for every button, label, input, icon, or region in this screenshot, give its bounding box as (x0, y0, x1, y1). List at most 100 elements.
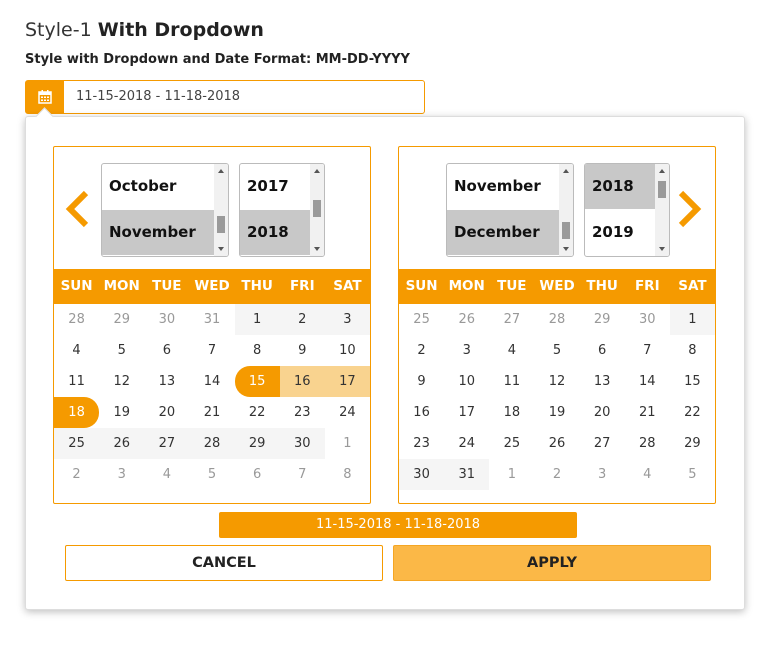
day-cell[interactable]: 3 (324, 304, 370, 335)
day-cell[interactable]: 28 (625, 428, 670, 459)
day-cell[interactable]: 24 (444, 428, 489, 459)
day-cell[interactable]: 14 (625, 366, 670, 397)
day-cell-range-end[interactable]: 18 (54, 397, 100, 428)
day-cell[interactable]: 24 (325, 397, 370, 428)
day-cell[interactable]: 8 (670, 335, 715, 366)
year-select-left[interactable]: 2017 2018 (239, 163, 325, 257)
day-cell[interactable]: 8 (235, 335, 280, 366)
day-cell[interactable]: 5 (99, 335, 144, 366)
day-cell[interactable]: 1 (669, 304, 715, 335)
day-cell[interactable]: 13 (144, 366, 189, 397)
day-cell[interactable]: 30 (625, 304, 670, 335)
cancel-button[interactable]: CANCEL (65, 545, 383, 581)
day-cell[interactable]: 12 (99, 366, 144, 397)
day-cell[interactable]: 1 (325, 428, 370, 459)
day-cell[interactable]: 26 (444, 304, 489, 335)
month-option-selected[interactable]: November (102, 210, 214, 255)
day-cell[interactable]: 2 (534, 459, 579, 490)
day-cell[interactable]: 6 (235, 459, 280, 490)
day-cell[interactable]: 25 (489, 428, 534, 459)
day-cell[interactable]: 21 (189, 397, 234, 428)
day-cell[interactable]: 4 (54, 335, 99, 366)
year-option[interactable]: 2019 (585, 210, 655, 255)
day-cell[interactable]: 27 (144, 428, 190, 459)
day-cell[interactable]: 28 (189, 428, 235, 459)
day-cell[interactable]: 29 (99, 304, 144, 335)
day-cell[interactable]: 19 (534, 397, 579, 428)
day-cell[interactable]: 23 (399, 428, 444, 459)
day-cell[interactable]: 17 (444, 397, 489, 428)
month-option-selected[interactable]: December (447, 210, 559, 255)
date-range-input[interactable]: 11-15-2018 - 11-18-2018 (25, 80, 425, 114)
day-cell[interactable]: 1 (234, 304, 280, 335)
day-cell[interactable]: 7 (189, 335, 234, 366)
day-cell[interactable]: 19 (99, 397, 144, 428)
day-cell[interactable]: 29 (670, 428, 715, 459)
month-select-left[interactable]: October November (101, 163, 229, 257)
day-cell[interactable]: 18 (489, 397, 534, 428)
day-cell[interactable]: 31 (444, 459, 490, 490)
scrollbar[interactable] (559, 164, 573, 256)
prev-month-button[interactable] (62, 187, 92, 231)
day-cell[interactable]: 4 (489, 335, 534, 366)
day-cell[interactable]: 2 (54, 459, 99, 490)
day-cell[interactable]: 27 (580, 428, 625, 459)
day-cell[interactable]: 8 (325, 459, 370, 490)
day-cell[interactable]: 25 (54, 428, 100, 459)
day-cell[interactable]: 3 (580, 459, 625, 490)
scrollbar[interactable] (310, 164, 324, 256)
day-cell[interactable]: 7 (625, 335, 670, 366)
month-option[interactable]: October (102, 164, 214, 209)
day-cell[interactable]: 15 (670, 366, 715, 397)
day-cell[interactable]: 6 (144, 335, 189, 366)
day-cell[interactable]: 14 (189, 366, 234, 397)
year-option-selected[interactable]: 2018 (585, 164, 655, 209)
day-cell[interactable]: 7 (280, 459, 325, 490)
day-cell[interactable]: 12 (534, 366, 579, 397)
day-cell[interactable]: 2 (399, 335, 444, 366)
day-cell[interactable]: 26 (99, 428, 145, 459)
day-cell-in-range[interactable]: 17 (324, 366, 370, 397)
day-cell[interactable]: 1 (489, 459, 534, 490)
day-cell[interactable]: 22 (670, 397, 715, 428)
year-option-selected[interactable]: 2018 (240, 210, 310, 255)
day-cell[interactable]: 29 (234, 428, 280, 459)
day-cell[interactable]: 11 (54, 366, 99, 397)
day-cell-range-start[interactable]: 15 (234, 366, 280, 397)
day-cell[interactable]: 28 (54, 304, 99, 335)
day-cell[interactable]: 10 (325, 335, 370, 366)
day-cell[interactable]: 20 (580, 397, 625, 428)
month-select-right[interactable]: November December (446, 163, 574, 257)
day-cell[interactable]: 30 (399, 459, 445, 490)
day-cell[interactable]: 5 (189, 459, 234, 490)
day-cell[interactable]: 10 (444, 366, 489, 397)
day-cell[interactable]: 22 (235, 397, 280, 428)
next-month-button[interactable] (675, 187, 705, 231)
day-cell[interactable]: 13 (580, 366, 625, 397)
day-cell[interactable]: 25 (399, 304, 444, 335)
day-cell[interactable]: 21 (625, 397, 670, 428)
day-cell-in-range[interactable]: 16 (279, 366, 325, 397)
day-cell[interactable]: 30 (144, 304, 189, 335)
apply-button[interactable]: APPLY (393, 545, 711, 581)
day-cell[interactable]: 3 (444, 335, 489, 366)
day-cell[interactable]: 2 (279, 304, 325, 335)
day-cell[interactable]: 28 (534, 304, 579, 335)
day-cell[interactable]: 4 (144, 459, 189, 490)
day-cell[interactable]: 29 (580, 304, 625, 335)
day-cell[interactable]: 31 (189, 304, 234, 335)
day-cell[interactable]: 4 (625, 459, 670, 490)
year-option[interactable]: 2017 (240, 164, 310, 209)
day-cell[interactable]: 30 (279, 428, 325, 459)
scrollbar[interactable] (655, 164, 669, 256)
day-cell[interactable]: 5 (534, 335, 579, 366)
day-cell[interactable]: 9 (399, 366, 444, 397)
day-cell[interactable]: 20 (144, 397, 189, 428)
year-select-right[interactable]: 2018 2019 (584, 163, 670, 257)
day-cell[interactable]: 5 (670, 459, 715, 490)
scrollbar[interactable] (214, 164, 228, 256)
day-cell[interactable]: 9 (280, 335, 325, 366)
day-cell[interactable]: 3 (99, 459, 144, 490)
day-cell[interactable]: 6 (580, 335, 625, 366)
day-cell[interactable]: 27 (489, 304, 534, 335)
